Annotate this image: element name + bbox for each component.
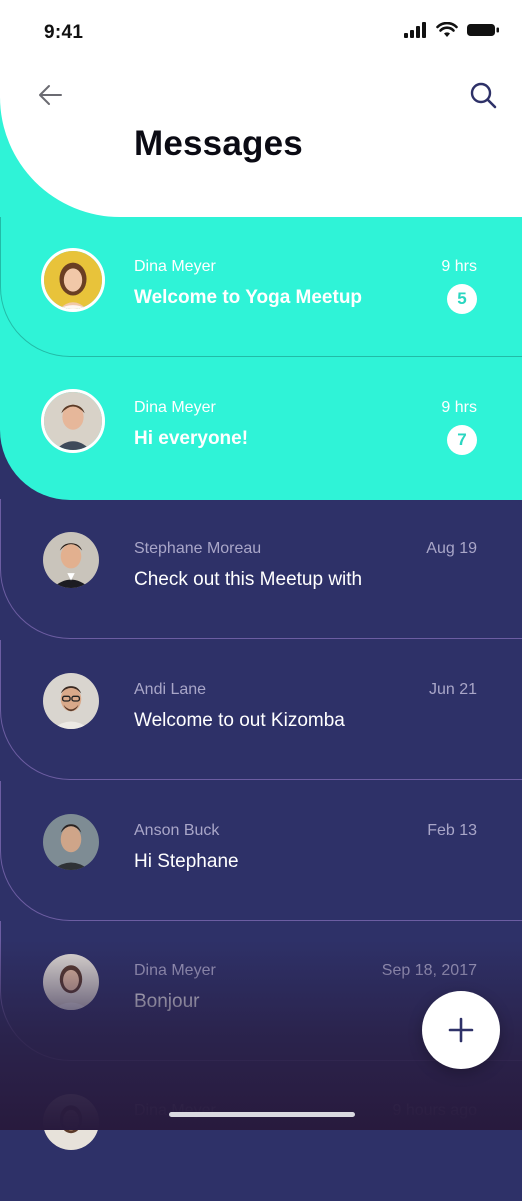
avatar [43, 814, 99, 870]
conversation-row[interactable]: Dina Meyer 9 hours ago [0, 1061, 522, 1201]
conversation-row[interactable]: Stephane Moreau Aug 19 Check out this Me… [0, 499, 522, 639]
search-icon [470, 82, 497, 109]
sender-name: Dina Meyer [134, 258, 216, 275]
wifi-icon [436, 22, 458, 37]
sender-name: Dina Meyer [134, 399, 216, 416]
page-title: Messages [134, 124, 303, 163]
conversation-row[interactable]: Dina Meyer 9 hrs Hi everyone! 7 [0, 358, 522, 498]
sender-name: Dina Meyer [134, 1102, 216, 1119]
status-time: 9:41 [44, 22, 84, 43]
new-message-button[interactable] [422, 991, 500, 1069]
message-preview: Welcome to Yoga Meetup [134, 287, 363, 308]
search-button[interactable] [466, 78, 500, 112]
status-icons [404, 22, 500, 38]
conversation-row[interactable]: Dina Meyer 9 hrs Welcome to Yoga Meetup … [0, 217, 522, 357]
avatar [43, 1094, 99, 1150]
message-time: Jun 21 [428, 681, 477, 698]
message-preview: Hi everyone! [134, 428, 249, 449]
sender-name: Andi Lane [134, 681, 207, 698]
home-indicator[interactable] [169, 1112, 355, 1117]
avatar [41, 389, 105, 453]
avatar [43, 673, 99, 729]
avatar [43, 954, 99, 1010]
avatar [41, 248, 105, 312]
conversation-row[interactable]: Andi Lane Jun 21 Welcome to out Kizomba [0, 640, 522, 780]
message-time: 9 hours ago [392, 1102, 477, 1119]
message-time: 9 hrs [441, 258, 477, 275]
battery-icon [467, 24, 499, 36]
conversation-row[interactable]: Anson Buck Feb 13 Hi Stephane [0, 781, 522, 921]
message-time: Sep 18, 2017 [381, 962, 477, 979]
sender-name: Anson Buck [134, 822, 220, 839]
avatar [43, 532, 99, 588]
unread-badge: 7 [447, 425, 477, 455]
signal-icon [404, 22, 426, 38]
arrow-left-icon [39, 85, 62, 105]
message-time: Feb 13 [427, 822, 477, 839]
sender-name: Dina Meyer [134, 962, 216, 979]
message-preview: Welcome to out Kizomba [134, 710, 345, 731]
message-time: 9 hrs [441, 399, 477, 416]
message-preview: Hi Stephane [134, 851, 239, 872]
plus-icon [448, 1017, 474, 1043]
message-preview: Check out this Meetup with [134, 569, 363, 590]
message-preview: Bonjour [134, 991, 200, 1012]
message-time: Aug 19 [426, 540, 477, 557]
sender-name: Stephane Moreau [134, 540, 262, 557]
back-button[interactable] [33, 78, 67, 112]
unread-badge: 5 [447, 284, 477, 314]
